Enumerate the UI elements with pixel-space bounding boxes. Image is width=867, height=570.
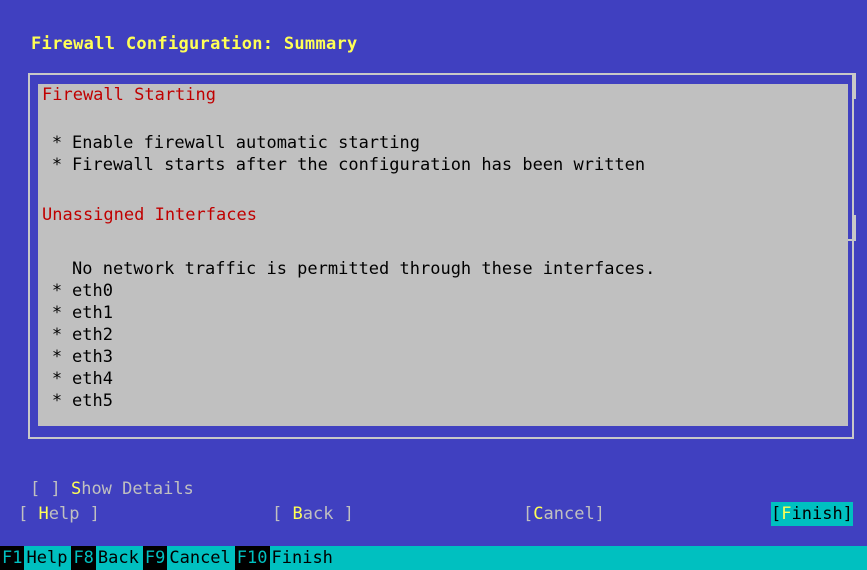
section-heading-unassigned-interfaces: Unassigned Interfaces: [42, 205, 257, 225]
interfaces-note: No network traffic is permitted through …: [72, 259, 656, 279]
cancel-button[interactable]: [Cancel]: [523, 502, 605, 526]
fkey-f1-label[interactable]: Help: [24, 546, 71, 570]
finish-button[interactable]: [Finish]: [771, 502, 853, 526]
fkey-f8[interactable]: F8: [71, 546, 96, 570]
list-item: * eth4: [42, 368, 113, 390]
fkey-f9[interactable]: F9: [142, 546, 168, 570]
fkey-f10-label[interactable]: Finish: [270, 546, 337, 570]
bullet-star-icon: *: [51, 303, 63, 323]
dialog-title: Firewall Configuration: Summary: [31, 34, 358, 54]
fkey-f1[interactable]: F1: [0, 546, 25, 570]
back-button[interactable]: [ Back ]: [272, 502, 354, 526]
help-button[interactable]: [ Help ]: [18, 502, 100, 526]
bullet-star-icon: *: [51, 133, 63, 153]
bullet-star-icon: *: [51, 155, 63, 175]
list-item: * eth1: [42, 302, 113, 324]
fkey-f10[interactable]: F10: [234, 546, 270, 570]
fkey-f9-label[interactable]: Cancel: [167, 546, 234, 570]
bullet-star-icon: *: [51, 325, 63, 345]
list-item: * eth3: [42, 346, 113, 368]
list-item: * Firewall starts after the configuration…: [42, 154, 645, 176]
summary-panel[interactable]: Firewall Starting * Enable firewall autom…: [38, 84, 848, 426]
list-item: * eth0: [42, 280, 113, 302]
list-item: * Enable firewall automatic starting: [42, 132, 420, 154]
bullet-star-icon: *: [51, 347, 63, 367]
fkey-f8-label[interactable]: Back: [96, 546, 143, 570]
section-heading-firewall-starting: Firewall Starting: [42, 85, 216, 105]
scrollbar-track-bottom[interactable]: [848, 215, 856, 241]
show-details-checkbox[interactable]: [ ] Show Details: [30, 479, 194, 499]
bullet-star-icon: *: [51, 391, 63, 411]
list-item: * eth2: [42, 324, 113, 346]
bullet-star-icon: *: [51, 369, 63, 389]
list-item: * eth5: [42, 390, 113, 412]
bullet-star-icon: *: [51, 281, 63, 301]
scrollbar-track-top[interactable]: [848, 73, 856, 99]
function-key-bar: F1 Help F8 Back F9 Cancel F10 Finish: [0, 546, 867, 570]
